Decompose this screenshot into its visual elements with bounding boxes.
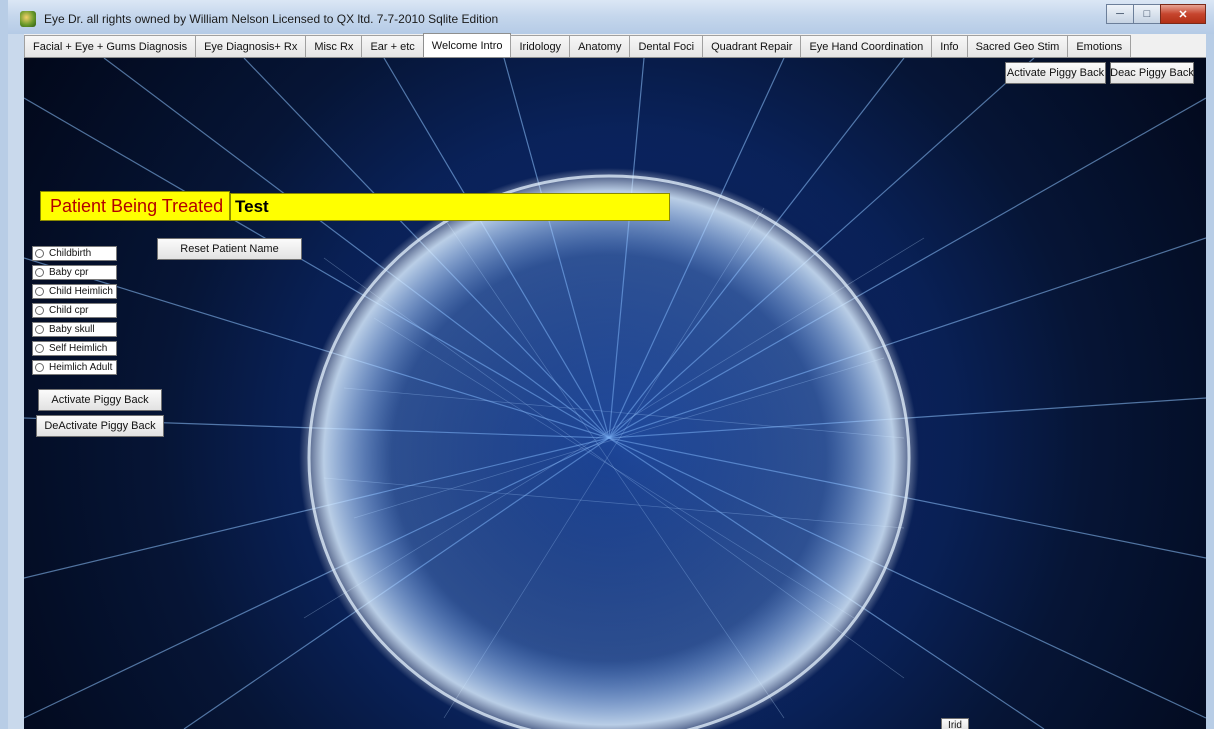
radio-child-heimlich[interactable]: Child Heimlich bbox=[32, 284, 117, 299]
radio-circle-icon bbox=[35, 268, 44, 277]
radio-circle-icon bbox=[35, 344, 44, 353]
tab-ear[interactable]: Ear + etc bbox=[361, 35, 424, 57]
app-window: Eye Dr. all rights owned by William Nels… bbox=[0, 0, 1214, 729]
tab-info[interactable]: Info bbox=[931, 35, 968, 57]
patient-name-field[interactable]: Test bbox=[230, 193, 670, 221]
radio-heimlich-adult[interactable]: Heimlich Adult bbox=[32, 360, 117, 375]
radio-childbirth[interactable]: Childbirth bbox=[32, 246, 117, 261]
tab-strip: Facial + Eye + Gums Diagnosis Eye Diagno… bbox=[24, 33, 1206, 58]
tab-misc-rx[interactable]: Misc Rx bbox=[305, 35, 363, 57]
tab-facial-eye-gums[interactable]: Facial + Eye + Gums Diagnosis bbox=[24, 35, 197, 57]
tab-emotions[interactable]: Emotions bbox=[1067, 35, 1132, 57]
radio-circle-icon bbox=[35, 287, 44, 296]
patient-label: Patient Being Treated bbox=[40, 191, 230, 221]
maximize-icon[interactable]: □ bbox=[1133, 4, 1161, 24]
window-controls: ─ □ ✕ bbox=[1106, 4, 1206, 24]
welcome-intro-panel: Activate Piggy Back Deac Piggy Back Pati… bbox=[24, 58, 1206, 729]
tab-anatomy[interactable]: Anatomy bbox=[569, 35, 631, 57]
deactivate-piggy-back-button[interactable]: DeActivate Piggy Back bbox=[36, 415, 164, 437]
tab-eye-diagnosis[interactable]: Eye Diagnosis+ Rx bbox=[195, 35, 307, 57]
tab-welcome-intro[interactable]: Welcome Intro bbox=[422, 33, 512, 57]
radio-circle-icon bbox=[35, 306, 44, 315]
irid-button[interactable]: Irid bbox=[941, 718, 969, 729]
activate-piggy-back-top-button[interactable]: Activate Piggy Back bbox=[1005, 62, 1106, 84]
radio-self-heimlich[interactable]: Self Heimlich bbox=[32, 341, 117, 356]
reset-patient-name-button[interactable]: Reset Patient Name bbox=[157, 238, 302, 260]
options-radio-group: Childbirth Baby cpr Child Heimlich Child… bbox=[32, 246, 117, 379]
radio-circle-icon bbox=[35, 325, 44, 334]
tab-eye-hand-coordination[interactable]: Eye Hand Coordination bbox=[800, 35, 933, 57]
window-title: Eye Dr. all rights owned by William Nels… bbox=[44, 12, 499, 26]
close-icon[interactable]: ✕ bbox=[1160, 4, 1206, 24]
radio-baby-skull[interactable]: Baby skull bbox=[32, 322, 117, 337]
radio-baby-cpr[interactable]: Baby cpr bbox=[32, 265, 117, 280]
minimize-icon[interactable]: ─ bbox=[1106, 4, 1134, 24]
radio-circle-icon bbox=[35, 363, 44, 372]
energy-sphere-background bbox=[24, 58, 1206, 729]
deactivate-piggy-back-top-button[interactable]: Deac Piggy Back bbox=[1110, 62, 1194, 84]
tab-iridology[interactable]: Iridology bbox=[510, 35, 571, 57]
tab-sacred-geo-stim[interactable]: Sacred Geo Stim bbox=[966, 35, 1069, 57]
tab-dental-foci[interactable]: Dental Foci bbox=[629, 35, 704, 57]
radio-circle-icon bbox=[35, 249, 44, 258]
activate-piggy-back-button[interactable]: Activate Piggy Back bbox=[38, 389, 162, 411]
title-bar: Eye Dr. all rights owned by William Nels… bbox=[8, 0, 1214, 34]
app-logo-icon bbox=[20, 11, 36, 27]
tab-quadrant-repair[interactable]: Quadrant Repair bbox=[702, 35, 802, 57]
radio-child-cpr[interactable]: Child cpr bbox=[32, 303, 117, 318]
